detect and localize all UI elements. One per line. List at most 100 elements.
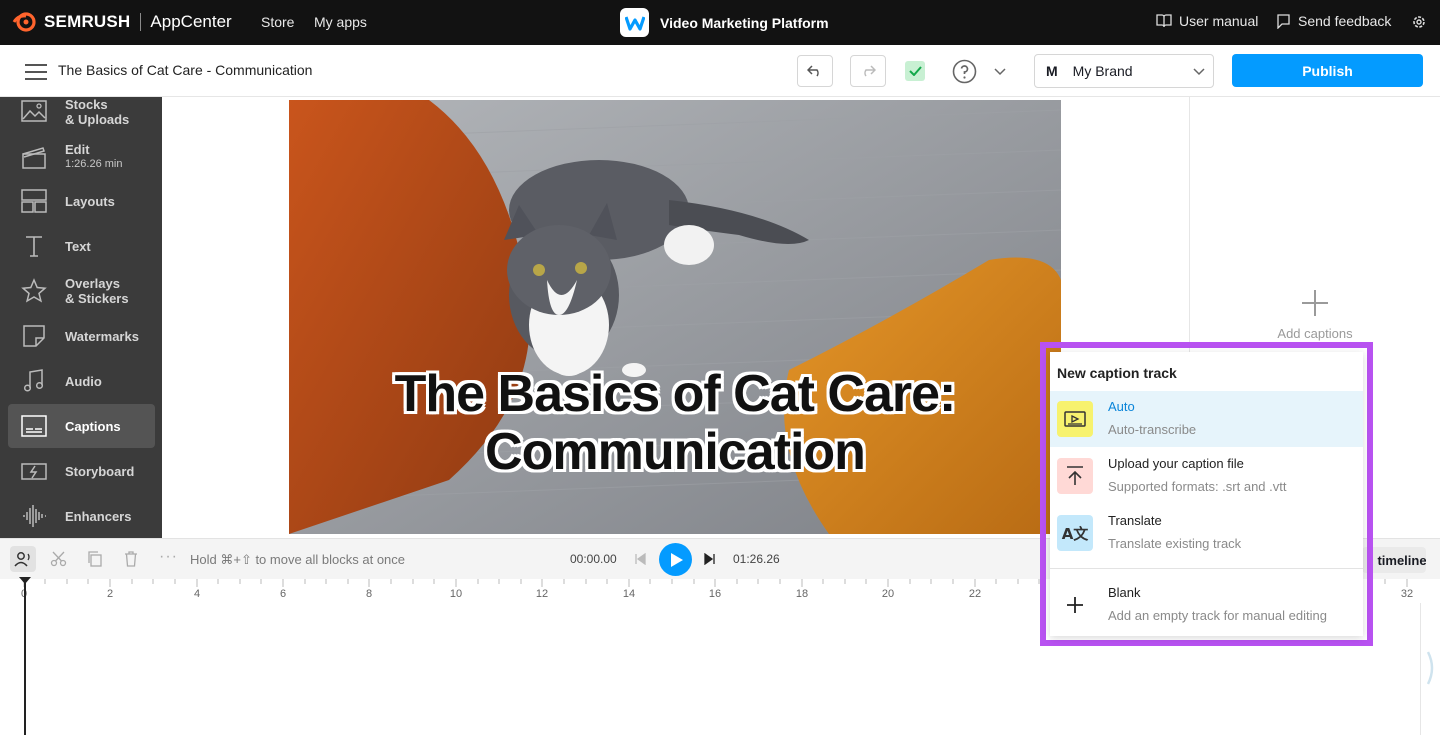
waveform-icon [23,505,46,527]
menu-item-auto[interactable]: Auto Auto-transcribe [1050,391,1363,447]
top-bar: SEMRUSH AppCenter Store My apps Video Ma… [0,0,1440,45]
sidebar-item-edit[interactable]: Edit 1:26.26 min [8,135,155,179]
nav-my-apps[interactable]: My apps [314,14,367,30]
option-description: Translate existing track [1108,536,1242,551]
help-icon[interactable] [952,59,977,84]
menu-item-translate[interactable]: A文 Translate Translate existing track [1050,505,1363,561]
plus-icon [1057,587,1093,623]
tick-label: 18 [795,588,809,600]
add-captions-button[interactable]: Add captions [1268,288,1362,341]
editor-header: The Basics of Cat Care - Communication M… [0,45,1440,97]
redo-icon [864,65,876,77]
more-options-icon[interactable]: ··· [159,548,178,566]
video-preview[interactable]: The Basics of Cat Care: Communication [289,100,1061,534]
sidebar-label: Stocks [65,97,108,112]
skip-back-icon[interactable] [634,553,646,565]
option-label: Blank [1108,585,1141,600]
sidebar-label: Captions [65,418,121,434]
publish-button[interactable]: Publish [1232,54,1423,87]
undo-button[interactable] [797,55,833,87]
sidebar-label: Edit [65,142,90,157]
app-title: Video Marketing Platform [660,14,829,31]
tick-label: 32 [1400,588,1414,600]
undo-icon [807,65,819,77]
scroll-right-handle-icon[interactable] [1427,651,1437,685]
menu-item-blank[interactable]: Blank Add an empty track for manual edit… [1050,577,1363,633]
nav-store[interactable]: Store [261,14,294,30]
sidebar-item-watermarks[interactable]: Watermarks [8,314,155,358]
sidebar-label: Watermarks [65,328,139,344]
user-manual-link[interactable]: User manual [1156,13,1258,29]
option-description: Add an empty track for manual editing [1108,608,1327,623]
chevron-down-icon [1193,68,1205,76]
sidebar-label: Audio [65,373,102,389]
semrush-flame-icon [12,12,36,32]
sidebar-item-enhancers[interactable]: Enhancers [8,494,155,538]
sidebar-item-storyboard[interactable]: Storyboard [8,449,155,493]
tick-label: 22 [968,588,982,600]
user-manual-label: User manual [1179,13,1259,29]
settings-gear-icon[interactable] [1411,14,1427,30]
app-title-block: Video Marketing Platform [620,8,829,37]
total-time: 01:26.26 [733,552,780,566]
option-description: Auto-transcribe [1108,422,1197,437]
semrush-wordmark: SEMRUSH [44,12,131,31]
tick-label: 16 [708,588,722,600]
send-feedback-link[interactable]: Send feedback [1276,13,1391,29]
tick-label: 14 [622,588,636,600]
menu-item-upload-caption-file[interactable]: Upload your caption file Supported forma… [1050,448,1363,504]
tick-label: 8 [365,588,373,600]
skip-forward-icon[interactable] [704,553,716,565]
add-captions-label: Add captions [1277,326,1353,341]
sidebar-item-captions[interactable]: Captions [8,404,155,448]
tick-label: 6 [279,588,287,600]
appcenter-label: AppCenter [150,12,232,31]
semrush-logo[interactable]: SEMRUSH AppCenter [12,11,232,33]
play-button[interactable] [659,543,692,576]
star-icon [21,278,47,303]
play-icon [671,553,683,567]
timeline-button-label: timeline [1377,552,1426,568]
project-title[interactable]: The Basics of Cat Care - Communication [58,62,312,78]
tick-label: 4 [193,588,201,600]
sidebar-item-stocks-uploads[interactable]: Stocks & Uploads [8,97,155,134]
sidebar-label: Enhancers [65,508,132,524]
sidebar-label-line2: & Stickers [65,291,129,306]
layouts-icon [21,189,47,213]
hamburger-menu-icon[interactable] [25,64,47,80]
tick-label: 10 [449,588,463,600]
option-label: Auto [1108,399,1135,414]
sidebar-label: Layouts [65,193,115,209]
duplicate-icon[interactable] [86,550,104,568]
sidebar-label: Text [65,238,91,254]
sidebar-label: Overlays [65,276,120,291]
redo-button[interactable] [850,55,886,87]
voice-record-button[interactable] [10,546,36,572]
scissors-icon[interactable] [50,550,68,568]
send-feedback-label: Send feedback [1298,13,1392,29]
caption-line-1: The Basics of Cat Care: [394,365,957,423]
sidebar-item-overlays-stickers[interactable]: Overlays & Stickers [8,269,155,313]
menu-title: New caption track [1057,365,1177,381]
saved-status-icon [905,61,925,81]
app-logo-icon [620,8,649,37]
brand-select[interactable]: M My Brand [1034,54,1214,88]
clapperboard-icon [22,147,46,169]
menu-divider [1050,568,1363,569]
sidebar-item-audio[interactable]: Audio [8,359,155,403]
help-chevron-down-icon[interactable] [994,68,1006,76]
sidebar-item-text[interactable]: Text [8,224,155,268]
video-caption-overlay[interactable]: The Basics of Cat Care: Communication [289,365,1061,481]
option-label: Translate [1108,513,1162,528]
move-blocks-hint: Hold ⌘+⇧ to move all blocks at once [190,552,406,567]
sidebar-item-layouts[interactable]: Layouts [8,179,155,223]
upload-icon [1057,458,1093,494]
voice-icon [14,552,30,567]
new-caption-track-menu: New caption track Auto Auto-transcribe U… [1050,352,1363,636]
option-label: Upload your caption file [1108,456,1244,471]
storyboard-icon [21,463,47,480]
tick-label: 12 [535,588,549,600]
track-end-divider [1420,603,1421,735]
playhead[interactable] [19,577,31,735]
trash-icon[interactable] [122,550,140,568]
